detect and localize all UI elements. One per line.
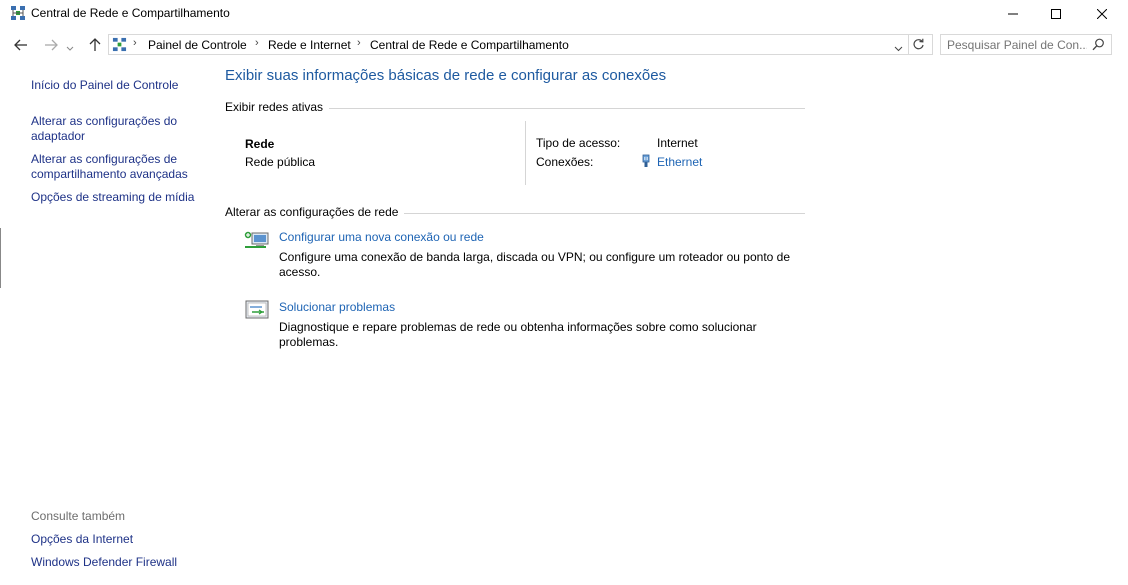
address-divider xyxy=(908,35,909,54)
title-bar: Central de Rede e Compartilhamento xyxy=(0,0,1128,28)
change-settings-label: Alterar as configurações de rede xyxy=(225,205,405,219)
arrow-right-icon xyxy=(45,39,58,51)
maximize-icon xyxy=(1051,9,1061,19)
refresh-icon xyxy=(913,38,924,50)
breadcrumb-network-center[interactable]: Central de Rede e Compartilhamento xyxy=(370,38,569,52)
chevron-down-icon xyxy=(66,46,74,51)
breadcrumb-separator: › xyxy=(255,37,259,49)
breadcrumb-control-panel[interactable]: Painel de Controle xyxy=(148,38,247,52)
connections-label: Conexões: xyxy=(536,155,594,169)
see-also-heading: Consulte também xyxy=(31,509,126,523)
setup-new-connection-description: Configure uma conexão de banda larga, di… xyxy=(279,250,791,279)
search-box[interactable] xyxy=(940,34,1112,55)
sidebar-link-adapter-settings[interactable]: Alterar as configurações do adaptador xyxy=(31,114,177,144)
network-category: Rede pública xyxy=(245,155,316,169)
forward-button[interactable] xyxy=(42,36,60,54)
arrow-up-icon xyxy=(89,38,101,51)
search-icon[interactable] xyxy=(1092,38,1105,54)
breadcrumb-separator: › xyxy=(357,37,361,49)
address-dropdown-button[interactable] xyxy=(894,41,903,55)
breadcrumb-network-internet[interactable]: Rede e Internet xyxy=(268,38,351,52)
network-center-icon xyxy=(10,5,26,21)
window-edge xyxy=(0,228,1,288)
chevron-down-icon xyxy=(894,46,903,52)
close-button[interactable] xyxy=(1079,0,1125,28)
access-type-value: Internet xyxy=(657,136,698,150)
sidebar-link-advanced-sharing[interactable]: Alterar as configurações de compartilham… xyxy=(31,152,188,182)
ethernet-connection-link[interactable]: Ethernet xyxy=(657,155,702,169)
troubleshoot-icon xyxy=(244,299,270,324)
maximize-button[interactable] xyxy=(1033,0,1079,28)
network-name: Rede xyxy=(245,137,275,151)
network-info-divider xyxy=(525,121,526,185)
back-button[interactable] xyxy=(12,36,30,54)
see-also-defender-firewall[interactable]: Windows Defender Firewall xyxy=(31,555,177,570)
recent-locations-button[interactable] xyxy=(66,41,74,55)
address-bar[interactable]: › Painel de Controle › Rede e Internet ›… xyxy=(108,34,933,55)
ethernet-icon xyxy=(641,154,651,171)
breadcrumb-separator: › xyxy=(133,37,137,49)
sidebar-link-media-streaming[interactable]: Opções de streaming de mídia xyxy=(31,190,194,205)
window-title: Central de Rede e Compartilhamento xyxy=(31,6,230,20)
setup-new-connection-link[interactable]: Configurar uma nova conexão ou rede xyxy=(279,230,484,244)
sidebar-link-control-panel-home[interactable]: Início do Painel de Controle xyxy=(31,78,178,93)
minimize-icon xyxy=(1008,13,1018,15)
arrow-left-icon xyxy=(14,39,27,51)
new-connection-icon xyxy=(244,230,270,255)
search-input[interactable] xyxy=(947,37,1087,52)
control-panel-icon xyxy=(112,37,127,55)
up-button[interactable] xyxy=(86,36,104,54)
refresh-button[interactable] xyxy=(912,38,925,54)
troubleshoot-description: Diagnostique e repare problemas de rede … xyxy=(279,320,757,349)
minimize-button[interactable] xyxy=(990,0,1036,28)
page-title: Exibir suas informações básicas de rede … xyxy=(225,67,667,84)
see-also-internet-options[interactable]: Opções da Internet xyxy=(31,532,133,547)
active-networks-label: Exibir redes ativas xyxy=(225,100,330,114)
close-icon xyxy=(1097,9,1107,19)
troubleshoot-link[interactable]: Solucionar problemas xyxy=(279,300,395,314)
access-type-label: Tipo de acesso: xyxy=(536,136,621,150)
